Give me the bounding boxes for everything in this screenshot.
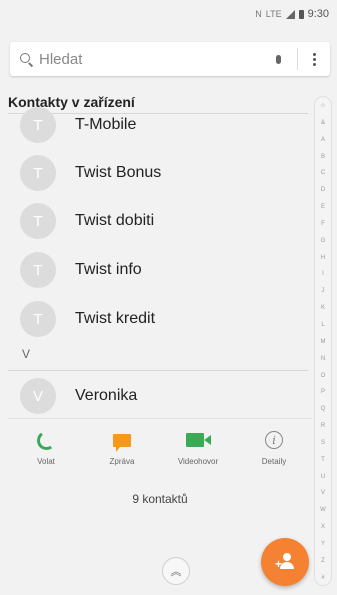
action-label: Videohovor (177, 457, 219, 466)
index-letter[interactable]: V (321, 490, 325, 496)
message-button[interactable]: Zpráva (92, 429, 152, 466)
search-input[interactable]: Hledat (39, 51, 267, 68)
index-letter[interactable]: J (322, 288, 325, 294)
index-letter[interactable]: P (321, 389, 325, 395)
battery-icon (298, 9, 304, 19)
index-letter[interactable]: ☆ (320, 103, 325, 109)
search-bar[interactable]: Hledat (10, 42, 330, 76)
divider (8, 370, 308, 371)
index-letter[interactable]: M (321, 339, 326, 345)
phone-icon (34, 428, 58, 452)
video-icon (186, 433, 211, 447)
index-letter[interactable]: F (321, 221, 325, 227)
index-letter[interactable]: Y (321, 541, 325, 547)
index-letter[interactable]: T (321, 457, 325, 463)
index-letter[interactable]: E (321, 204, 325, 210)
call-button[interactable]: Volat (16, 428, 76, 466)
message-icon (113, 433, 131, 452)
index-letter[interactable]: U (321, 474, 325, 480)
index-letter[interactable]: W (320, 507, 326, 513)
index-letter[interactable]: B (321, 154, 325, 160)
contact-name: Twist kredit (75, 310, 156, 327)
more-options-icon[interactable] (306, 52, 322, 66)
index-letter[interactable]: # (321, 575, 324, 581)
chevron-up-icon: ︽ (170, 566, 182, 578)
index-letter[interactable]: L (321, 322, 324, 328)
contact-name: Twist Bonus (75, 164, 162, 181)
index-letter[interactable]: R (321, 423, 325, 429)
index-letter[interactable]: D (321, 187, 325, 193)
index-letter[interactable]: S (321, 440, 325, 446)
status-bar: N LTE 9:30 (0, 0, 337, 28)
contact-name: Veronika (75, 387, 138, 404)
avatar: T (20, 301, 56, 337)
scroll-to-top-button[interactable]: ︽ (162, 557, 190, 585)
mic-icon[interactable] (267, 48, 289, 70)
contact-row[interactable]: T Twist info (20, 247, 142, 293)
index-letter[interactable]: A (321, 137, 325, 143)
letter-header: V (22, 347, 31, 361)
index-letter[interactable]: G (321, 238, 326, 244)
contact-count: 9 kontaktů (132, 492, 188, 506)
contact-row[interactable]: V Veronika (20, 373, 137, 419)
contact-name: T-Mobile (75, 116, 137, 133)
contact-row[interactable]: T T-Mobile (20, 102, 136, 148)
index-letter[interactable]: K (321, 305, 325, 311)
avatar: V (20, 378, 56, 414)
video-call-button[interactable]: Videohovor (168, 429, 228, 466)
index-letter[interactable]: I (322, 271, 324, 277)
search-icon (20, 52, 33, 66)
signal-icon (285, 9, 295, 19)
contact-row[interactable]: T Twist kredit (20, 296, 155, 342)
avatar: T (20, 155, 56, 191)
add-contact-button[interactable]: + (261, 538, 309, 586)
add-contact-icon: + (275, 553, 295, 571)
status-time: 9:30 (307, 8, 329, 20)
info-icon: i (265, 431, 283, 449)
action-label: Volat (37, 457, 55, 466)
divider (297, 48, 298, 70)
avatar: T (20, 252, 56, 288)
contact-name: Twist info (75, 261, 142, 278)
alphabet-index[interactable]: ☆ & A B C D E F G H I J K L M N O P Q R … (314, 96, 332, 586)
contact-row[interactable]: T Twist Bonus (20, 150, 161, 196)
index-letter[interactable]: H (321, 255, 325, 261)
contact-name: Twist dobiti (75, 212, 155, 229)
index-letter[interactable]: C (321, 170, 325, 176)
details-button[interactable]: i Detaily (244, 429, 304, 466)
action-label: Zpráva (109, 457, 135, 466)
index-letter[interactable]: X (321, 524, 325, 530)
nfc-icon: N (255, 9, 262, 19)
index-letter[interactable]: N (321, 356, 325, 362)
index-letter[interactable]: O (321, 373, 326, 379)
avatar: T (20, 107, 56, 143)
contact-action-bar: Volat Zpráva Videohovor i Detaily (8, 418, 312, 478)
lte-icon: LTE (265, 9, 282, 19)
avatar: T (20, 203, 56, 239)
index-letter[interactable]: Q (321, 406, 326, 412)
index-letter[interactable]: Z (321, 558, 325, 564)
action-label: Detaily (261, 457, 287, 466)
index-letter[interactable]: & (321, 120, 325, 126)
contact-row[interactable]: T Twist dobiti (20, 198, 154, 244)
